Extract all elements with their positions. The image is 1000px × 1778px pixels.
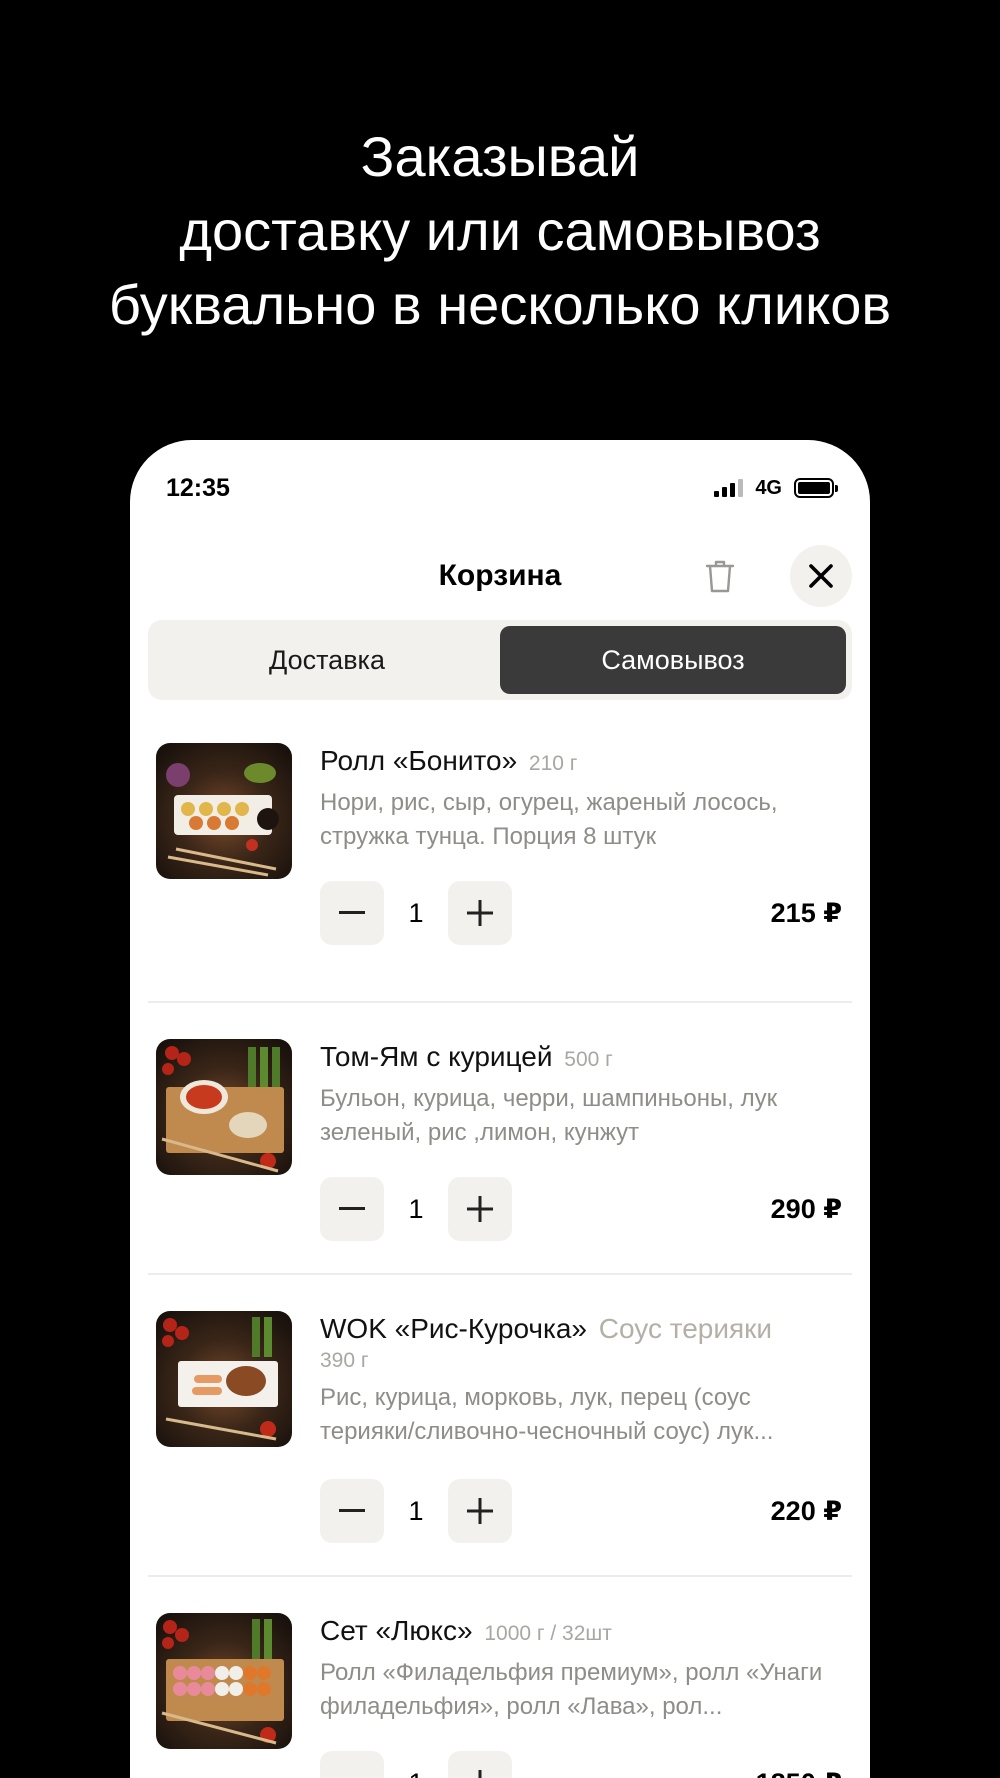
item-image[interactable]	[156, 1311, 292, 1447]
minus-icon	[339, 911, 365, 914]
item-name: WOK «Рис-Курочка»	[320, 1313, 587, 1344]
item-name-line: Ролл «Бонито» 210 г	[320, 743, 842, 782]
promo-line-3: буквально в несколько кликов	[108, 273, 892, 336]
close-button[interactable]	[790, 545, 852, 607]
quantity-value: 1	[384, 1751, 448, 1778]
item-image[interactable]	[156, 743, 292, 879]
item-description: Бульон, курица, черри, шампиньоны, лук з…	[320, 1085, 778, 1146]
cart-item: WOK «Рис-Курочка» Соус терияки 390 г Рис…	[148, 1275, 852, 1577]
plus-icon	[467, 900, 493, 926]
quantity-value: 1	[408, 1496, 424, 1526]
increase-button[interactable]	[448, 1479, 512, 1543]
status-bar: 12:35 4G	[166, 468, 838, 508]
item-weight: 1000 г / 32шт	[484, 1622, 612, 1645]
item-image[interactable]	[156, 1613, 292, 1749]
minus-icon	[339, 1207, 365, 1210]
promo-line-2: доставку или самовывоз	[179, 199, 821, 262]
item-price: 215 ₽	[770, 898, 842, 928]
item-price: 1850 ₽	[756, 1751, 842, 1778]
cart-list: Ролл «Бонито» 210 г Нори, рис, сыр, огур…	[148, 740, 852, 1778]
increase-button[interactable]	[448, 881, 512, 945]
network-type: 4G	[755, 476, 782, 499]
item-name: Том-Ям с курицей	[320, 1041, 553, 1072]
decrease-button[interactable]	[320, 1177, 384, 1241]
item-price: 290 ₽	[770, 1194, 842, 1224]
quantity-stepper: 1 215 ₽	[320, 881, 842, 945]
tab-delivery[interactable]: Доставка	[154, 626, 500, 694]
cart-header: Корзина	[130, 540, 870, 612]
quantity-stepper: 1 220 ₽	[320, 1479, 842, 1543]
decrease-button[interactable]	[320, 1751, 384, 1778]
decrease-button[interactable]	[320, 881, 384, 945]
cart-item: Том-Ям с курицей 500 г Бульон, курица, ч…	[148, 1003, 852, 1275]
item-weight: 210 г	[528, 752, 578, 775]
signal-icon	[714, 479, 744, 497]
item-sauce: Соус терияки	[598, 1313, 773, 1344]
quantity-value: 1	[408, 1194, 424, 1224]
delivery-mode-switch: Доставка Самовывоз	[148, 620, 852, 700]
item-weight: 500 г	[564, 1048, 613, 1071]
item-name-line: Сет «Люкс» 1000 г / 32шт	[320, 1613, 842, 1652]
item-name-line: Том-Ям с курицей 500 г	[320, 1039, 842, 1078]
item-weight: 390 г	[320, 1349, 369, 1372]
plus-icon	[467, 1498, 493, 1524]
increase-button[interactable]	[448, 1751, 512, 1778]
promo-heading: Заказывай доставку или самовывоз букваль…	[0, 120, 1000, 342]
item-info: Том-Ям с курицей 500 г Бульон, курица, ч…	[320, 1039, 842, 1150]
minus-icon	[339, 1509, 365, 1512]
item-description: Ролл «Филадельфия премиум», ролл «Унаги …	[320, 1659, 823, 1720]
item-description: Рис, курица, морковь, лук, перец (соус т…	[320, 1384, 774, 1445]
plus-icon	[478, 1770, 482, 1778]
clear-cart-button[interactable]	[700, 556, 740, 596]
quantity-stepper: 1 1850 ₽	[320, 1751, 842, 1778]
item-info: Ролл «Бонито» 210 г Нори, рис, сыр, огур…	[320, 743, 842, 854]
tab-pickup[interactable]: Самовывоз	[500, 626, 846, 694]
item-image[interactable]	[156, 1039, 292, 1175]
item-name-line: WOK «Рис-Курочка» Соус терияки	[320, 1311, 842, 1347]
close-icon	[809, 564, 833, 588]
increase-button[interactable]	[448, 1177, 512, 1241]
quantity-stepper: 1 290 ₽	[320, 1177, 842, 1241]
page-title: Корзина	[438, 559, 562, 592]
item-info: Сет «Люкс» 1000 г / 32шт Ролл «Филадельф…	[320, 1613, 842, 1724]
battery-icon	[794, 478, 838, 498]
trash-icon	[705, 560, 735, 593]
item-description: Нори, рис, сыр, огурец, жареный лосось, …	[320, 789, 778, 850]
cart-item: Сет «Люкс» 1000 г / 32шт Ролл «Филадельф…	[148, 1577, 852, 1778]
item-name: Сет «Люкс»	[320, 1615, 473, 1646]
plus-icon	[467, 1196, 493, 1222]
item-name: Ролл «Бонито»	[320, 745, 518, 776]
status-time: 12:35	[166, 474, 230, 502]
phone-screen: 12:35 4G Корзина Доставка Самовывоз Ролл…	[130, 440, 870, 1778]
item-info: WOK «Рис-Курочка» Соус терияки 390 г Рис…	[320, 1311, 842, 1449]
cart-item: Ролл «Бонито» 210 г Нори, рис, сыр, огур…	[148, 743, 852, 1003]
item-price: 220 ₽	[770, 1496, 842, 1526]
status-indicators: 4G	[714, 468, 838, 508]
decrease-button[interactable]	[320, 1479, 384, 1543]
promo-line-1: Заказывай	[360, 125, 640, 188]
quantity-value: 1	[408, 898, 424, 928]
